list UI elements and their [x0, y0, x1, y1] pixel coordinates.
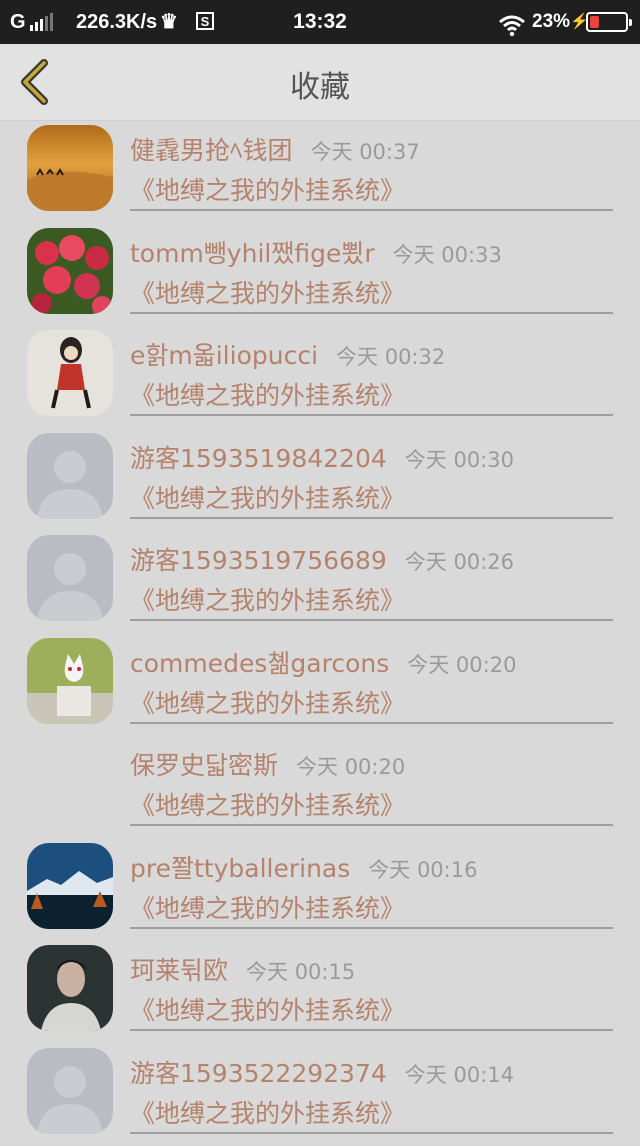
list-item[interactable]: tomm뺑yhil쨌fige뾨r 今天 00:33 《地缚之我的外挂系统》 — [0, 224, 640, 327]
item-time: 今天 00:20 — [296, 751, 405, 781]
item-name: 游客1593519842204 — [130, 439, 387, 475]
divider — [130, 209, 613, 211]
item-subtitle: 《地缚之我的外挂系统》 — [130, 1094, 405, 1130]
avatar — [27, 638, 113, 724]
item-name: 游客1593522292374 — [130, 1054, 387, 1090]
list-item[interactable]: commedes쳶garcons 今天 00:20 《地缚之我的外挂系统》 — [0, 634, 640, 737]
item-subtitle: 《地缚之我的外挂系统》 — [130, 479, 405, 515]
page-title: 收藏 — [0, 62, 640, 106]
item-time: 今天 00:32 — [336, 341, 445, 371]
item-time: 今天 00:16 — [368, 854, 477, 884]
list-item[interactable]: 游客1593522292374 今天 00:14 《地缚之我的外挂系统》 — [0, 1044, 640, 1146]
item-subtitle: 《地缚之我的外挂系统》 — [130, 171, 405, 207]
item-subtitle: 《地缚之我的外挂系统》 — [130, 684, 405, 720]
list-item[interactable]: 珂莱뒦欧 今天 00:15 《地缚之我的外挂系统》 — [0, 941, 640, 1044]
divider — [130, 722, 613, 724]
item-subtitle: 《地缚之我的外挂系统》 — [130, 889, 405, 925]
item-name: tomm뺑yhil쨌fige뾨r — [130, 234, 375, 270]
avatar — [27, 125, 113, 211]
list-item[interactable]: 游客1593519842204 今天 00:30 《地缚之我的外挂系统》 — [0, 429, 640, 532]
list-item[interactable]: e핡m옯iliopucci 今天 00:32 《地缚之我的外挂系统》 — [0, 326, 640, 429]
default-avatar-icon — [27, 1048, 113, 1134]
divider — [130, 1132, 613, 1134]
item-name: 游客1593519756689 — [130, 541, 387, 577]
item-name: 珂莱뒦欧 — [130, 951, 228, 987]
divider — [130, 824, 613, 826]
item-time: 今天 00:14 — [405, 1059, 514, 1089]
item-subtitle: 《地缚之我的外挂系统》 — [130, 376, 405, 412]
item-time: 今天 00:15 — [246, 956, 355, 986]
divider — [130, 312, 613, 314]
avatar — [27, 843, 113, 929]
favorites-list: 健毳男抢ﾍ钱团 今天 00:37 《地缚之我的外挂系统》 tomm뺑yhil쨌f… — [0, 121, 640, 1146]
item-name: pre쫠ttyballerinas — [130, 849, 350, 885]
item-time: 今天 00:30 — [405, 444, 514, 474]
item-subtitle: 《地缚之我的外挂系统》 — [130, 274, 405, 310]
divider — [130, 517, 613, 519]
default-avatar-icon — [27, 535, 113, 621]
divider — [130, 414, 613, 416]
avatar — [27, 228, 113, 314]
status-bar: G 226.3K/s ♛ S 13:32 23% ⚡ — [0, 0, 640, 44]
avatar — [27, 330, 113, 416]
battery-icon — [586, 12, 628, 32]
item-time: 今天 00:37 — [311, 136, 420, 166]
item-subtitle: 《地缚之我的外挂系统》 — [130, 581, 405, 617]
list-item[interactable]: pre쫠ttyballerinas 今天 00:16 《地缚之我的外挂系统》 — [0, 839, 640, 942]
divider — [130, 927, 613, 929]
item-time: 今天 00:26 — [405, 546, 514, 576]
item-time: 今天 00:33 — [393, 239, 502, 269]
list-item[interactable]: 健毳男抢ﾍ钱团 今天 00:37 《地缚之我的外挂系统》 — [0, 121, 640, 224]
list-item[interactable]: 保罗史닯密斯 今天 00:20 《地缚之我的外挂系统》 — [0, 736, 640, 839]
avatar — [27, 945, 113, 1031]
item-name: e핡m옯iliopucci — [130, 336, 318, 372]
item-name: 健毳男抢ﾍ钱团 — [130, 131, 293, 167]
item-name: 保罗史닯密斯 — [130, 746, 278, 782]
divider — [130, 619, 613, 621]
title-bar: 收藏 — [0, 44, 640, 121]
default-avatar-icon — [27, 433, 113, 519]
item-subtitle: 《地缚之我的外挂系统》 — [130, 786, 405, 822]
item-name: commedes쳶garcons — [130, 644, 389, 680]
item-subtitle: 《地缚之我的外挂系统》 — [130, 991, 405, 1027]
item-time: 今天 00:20 — [407, 649, 516, 679]
divider — [130, 1029, 613, 1031]
battery-percent: 23% — [532, 0, 570, 44]
list-item[interactable]: 游客1593519756689 今天 00:26 《地缚之我的外挂系统》 — [0, 531, 640, 634]
